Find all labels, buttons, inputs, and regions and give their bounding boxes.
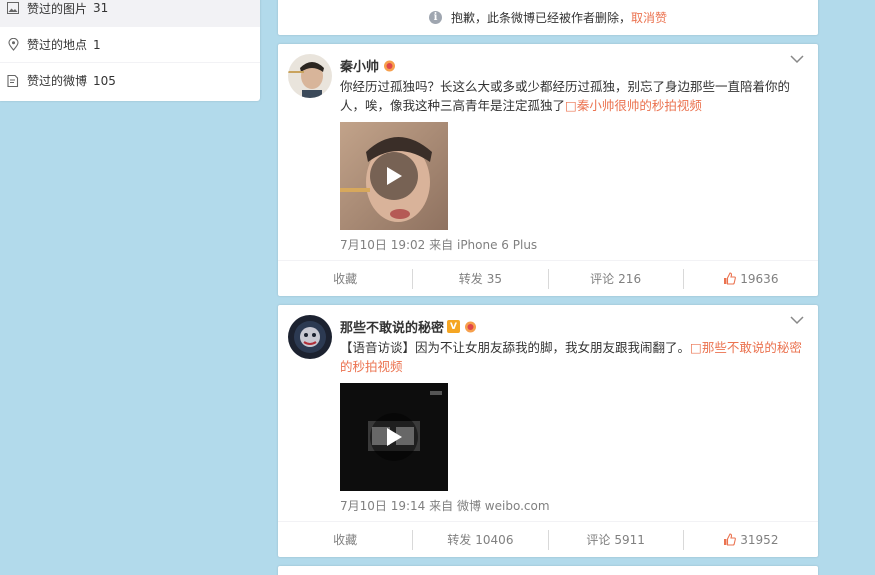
- sidebar-item-liked-images[interactable]: 赞过的图片 31: [0, 0, 260, 26]
- post-source[interactable]: iPhone 6 Plus: [457, 238, 537, 252]
- comment-count: 5911: [614, 532, 645, 547]
- feed-post: 那些不敢说的秘密 V 【语音访谈】因为不让女朋友舔我的脚，我女朋友跟我闹翻了。□…: [278, 305, 818, 557]
- repost-button[interactable]: 转发 10406: [413, 529, 549, 550]
- weibo-post-icon: [6, 74, 20, 88]
- like-button[interactable]: 19636: [684, 269, 818, 289]
- feed-post-next: [278, 566, 818, 575]
- author-name[interactable]: 那些不敢说的秘密 V: [340, 317, 478, 336]
- sidebar-item-count: 31: [93, 1, 109, 15]
- repost-label: 转发: [458, 271, 483, 286]
- sidebar-item-label: 赞过的微博: [27, 74, 88, 88]
- post-text: 你经历过孤独吗？长这么大或多或少都经历过孤独，别忘了身边那些一直陪着你的人，唉，…: [340, 77, 804, 115]
- video-link[interactable]: □秦小帅很帅的秒拍视频: [565, 98, 702, 113]
- repost-button[interactable]: 转发 35: [413, 268, 549, 289]
- play-icon[interactable]: [370, 152, 418, 200]
- favorite-label: 收藏: [333, 271, 358, 286]
- author-name-text: 秦小帅: [340, 60, 380, 75]
- comment-count: 216: [618, 271, 642, 286]
- comment-button[interactable]: 评论 216: [549, 268, 684, 289]
- avatar[interactable]: [288, 315, 332, 359]
- play-icon[interactable]: [370, 413, 418, 461]
- like-button[interactable]: 31952: [684, 530, 818, 550]
- favorite-label: 收藏: [333, 532, 358, 547]
- source-prefix: 来自: [429, 238, 454, 252]
- source-prefix: 来自: [429, 499, 454, 513]
- post-text-body: 【语音访谈】因为不让女朋友舔我的脚，我女朋友跟我闹翻了。: [340, 340, 691, 355]
- thumbs-up-icon: [723, 533, 737, 546]
- comment-label: 评论: [586, 532, 611, 547]
- post-meta: 7月10日 19:02 来自 iPhone 6 Plus: [340, 236, 537, 253]
- image-icon: [6, 1, 20, 15]
- sidebar-item-liked-posts[interactable]: 赞过的微博 105: [0, 62, 260, 98]
- member-badge-icon: [382, 60, 397, 72]
- post-meta: 7月10日 19:14 来自 微博 weibo.com: [340, 497, 550, 514]
- thumbs-up-icon: [723, 272, 737, 285]
- post-time[interactable]: 7月10日 19:14: [340, 499, 425, 513]
- repost-count: 10406: [475, 532, 514, 547]
- sidebar-item-label: 赞过的图片: [27, 1, 88, 16]
- sidebar-item-count: 105: [93, 73, 116, 88]
- video-thumbnail[interactable]: [340, 122, 448, 230]
- repost-label: 转发: [447, 532, 472, 547]
- post-source[interactable]: 微博 weibo.com: [457, 499, 550, 513]
- post-actions: 收藏 转发 10406 评论 5911 31952: [278, 521, 818, 557]
- favorite-button[interactable]: 收藏: [278, 268, 414, 289]
- chevron-down-icon[interactable]: [790, 315, 804, 325]
- chevron-down-icon[interactable]: [790, 54, 804, 64]
- sidebar-card: 赞过的图片 31 赞过的地点 1 赞过的微博 105: [0, 0, 260, 101]
- post-text: 【语音访谈】因为不让女朋友舔我的脚，我女朋友跟我闹翻了。□那些不敢说的秘密的秒拍…: [340, 338, 804, 376]
- comment-button[interactable]: 评论 5911: [549, 529, 684, 550]
- sidebar-item-liked-locations[interactable]: 赞过的地点 1: [0, 26, 260, 62]
- like-count: 19636: [740, 271, 779, 286]
- deleted-notice-text: 抱歉，此条微博已经被作者删除，: [450, 11, 631, 25]
- info-icon: i: [428, 11, 442, 24]
- cancel-like-link[interactable]: 取消赞: [631, 9, 667, 26]
- sidebar-item-count: 1: [93, 37, 101, 52]
- verified-v-icon: V: [447, 320, 461, 333]
- favorite-button[interactable]: 收藏: [278, 529, 414, 550]
- sidebar-item-label: 赞过的地点: [27, 38, 88, 52]
- repost-count: 35: [486, 271, 503, 286]
- location-icon: [6, 38, 20, 52]
- post-actions: 收藏 转发 35 评论 216 19636: [278, 260, 818, 296]
- member-badge-icon: [463, 321, 478, 333]
- author-name[interactable]: 秦小帅: [340, 56, 397, 75]
- video-thumbnail[interactable]: [340, 383, 448, 491]
- comment-label: 评论: [590, 271, 615, 286]
- like-count: 31952: [740, 532, 779, 547]
- deleted-post-card: i 抱歉，此条微博已经被作者删除， 取消赞: [278, 0, 818, 35]
- avatar[interactable]: [288, 54, 332, 98]
- deleted-notice: i 抱歉，此条微博已经被作者删除， 取消赞: [278, 0, 818, 35]
- author-name-text: 那些不敢说的秘密: [340, 321, 445, 336]
- post-time[interactable]: 7月10日 19:02: [340, 238, 425, 252]
- feed-post: 秦小帅 你经历过孤独吗？长这么大或多或少都经历过孤独，别忘了身边那些一直陪着你的…: [278, 44, 818, 296]
